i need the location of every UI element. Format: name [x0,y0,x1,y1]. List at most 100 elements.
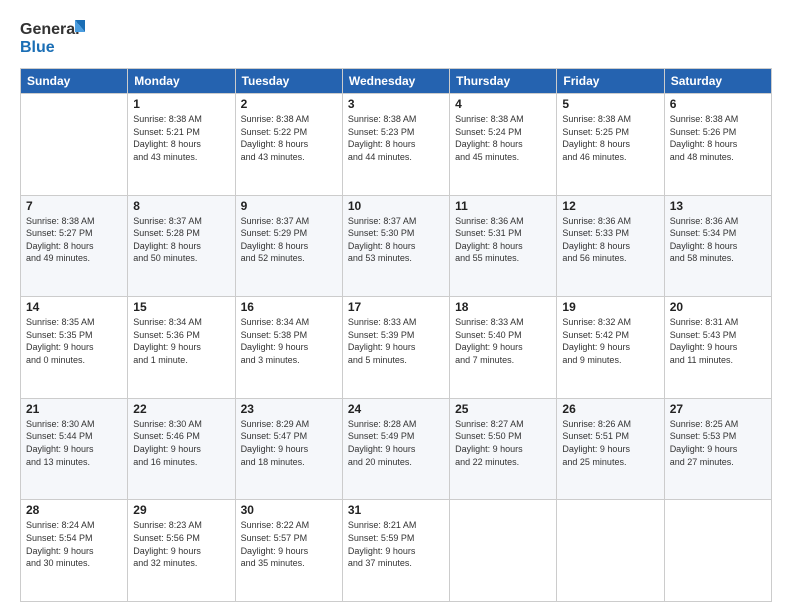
calendar-weekday-friday: Friday [557,69,664,94]
calendar-cell [557,500,664,602]
page: GeneralBlue SundayMondayTuesdayWednesday… [0,0,792,612]
calendar-weekday-monday: Monday [128,69,235,94]
day-info: Sunrise: 8:34 AM Sunset: 5:36 PM Dayligh… [133,316,229,366]
day-number: 18 [455,300,551,314]
day-number: 13 [670,199,766,213]
day-info: Sunrise: 8:29 AM Sunset: 5:47 PM Dayligh… [241,418,337,468]
day-number: 14 [26,300,122,314]
day-info: Sunrise: 8:38 AM Sunset: 5:27 PM Dayligh… [26,215,122,265]
calendar-cell: 7Sunrise: 8:38 AM Sunset: 5:27 PM Daylig… [21,195,128,297]
day-info: Sunrise: 8:33 AM Sunset: 5:40 PM Dayligh… [455,316,551,366]
day-number: 11 [455,199,551,213]
day-number: 23 [241,402,337,416]
calendar-week-row: 14 Sunrise: 8:35 AM Sunset: 5:35 PM Dayli… [21,297,772,399]
day-info: Sunrise: 8:37 AM Sunset: 5:28 PM Dayligh… [133,215,229,265]
calendar-cell [664,500,771,602]
calendar-cell [21,94,128,196]
day-number: 4 [455,97,551,111]
calendar-cell: 1 Sunrise: 8:38 AM Sunset: 5:21 PM Daylig… [128,94,235,196]
day-info: Sunrise: 8:25 AM Sunset: 5:53 PM Dayligh… [670,418,766,468]
day-number: 21 [26,402,122,416]
calendar-cell: 13 Sunrise: 8:36 AM Sunset: 5:34 PM Dayli… [664,195,771,297]
day-info: Sunrise: 8:36 AM Sunset: 5:34 PM Dayligh… [670,215,766,265]
calendar-cell: 15 Sunrise: 8:34 AM Sunset: 5:36 PM Dayli… [128,297,235,399]
day-info: Sunrise: 8:38 AM Sunset: 5:22 PM Dayligh… [241,113,337,163]
day-number: 22 [133,402,229,416]
day-number: 26 [562,402,658,416]
calendar-cell: 17 Sunrise: 8:33 AM Sunset: 5:39 PM Dayli… [342,297,449,399]
calendar-cell: 6 Sunrise: 8:38 AM Sunset: 5:26 PM Daylig… [664,94,771,196]
day-info: Sunrise: 8:38 AM Sunset: 5:25 PM Dayligh… [562,113,658,163]
day-info: Sunrise: 8:22 AM Sunset: 5:57 PM Dayligh… [241,519,337,569]
day-info: Sunrise: 8:26 AM Sunset: 5:51 PM Dayligh… [562,418,658,468]
day-info: Sunrise: 8:34 AM Sunset: 5:38 PM Dayligh… [241,316,337,366]
day-number: 1 [133,97,229,111]
day-info: Sunrise: 8:21 AM Sunset: 5:59 PM Dayligh… [348,519,444,569]
day-number: 19 [562,300,658,314]
calendar-cell: 21 Sunrise: 8:30 AM Sunset: 5:44 PM Dayli… [21,398,128,500]
day-info: Sunrise: 8:24 AM Sunset: 5:54 PM Dayligh… [26,519,122,569]
day-number: 30 [241,503,337,517]
calendar-cell: 5 Sunrise: 8:38 AM Sunset: 5:25 PM Daylig… [557,94,664,196]
calendar-cell: 11 Sunrise: 8:36 AM Sunset: 5:31 PM Dayli… [450,195,557,297]
day-info: Sunrise: 8:30 AM Sunset: 5:44 PM Dayligh… [26,418,122,468]
calendar-cell: 30 Sunrise: 8:22 AM Sunset: 5:57 PM Dayli… [235,500,342,602]
calendar-cell: 24 Sunrise: 8:28 AM Sunset: 5:49 PM Dayli… [342,398,449,500]
day-number: 9 [241,199,337,213]
calendar-weekday-saturday: Saturday [664,69,771,94]
day-info: Sunrise: 8:37 AM Sunset: 5:29 PM Dayligh… [241,215,337,265]
day-number: 24 [348,402,444,416]
calendar-cell: 26 Sunrise: 8:26 AM Sunset: 5:51 PM Dayli… [557,398,664,500]
day-number: 10 [348,199,444,213]
day-number: 31 [348,503,444,517]
calendar-cell: 23 Sunrise: 8:29 AM Sunset: 5:47 PM Dayli… [235,398,342,500]
calendar-cell: 27 Sunrise: 8:25 AM Sunset: 5:53 PM Dayli… [664,398,771,500]
calendar-week-row: 1 Sunrise: 8:38 AM Sunset: 5:21 PM Daylig… [21,94,772,196]
day-info: Sunrise: 8:33 AM Sunset: 5:39 PM Dayligh… [348,316,444,366]
calendar-weekday-thursday: Thursday [450,69,557,94]
calendar-week-row: 7Sunrise: 8:38 AM Sunset: 5:27 PM Daylig… [21,195,772,297]
calendar-cell: 25Sunrise: 8:27 AM Sunset: 5:50 PM Dayli… [450,398,557,500]
day-number: 15 [133,300,229,314]
day-info: Sunrise: 8:35 AM Sunset: 5:35 PM Dayligh… [26,316,122,366]
calendar-cell: 18 Sunrise: 8:33 AM Sunset: 5:40 PM Dayli… [450,297,557,399]
calendar-cell: 28Sunrise: 8:24 AM Sunset: 5:54 PM Dayli… [21,500,128,602]
day-number: 25 [455,402,551,416]
calendar-cell: 31 Sunrise: 8:21 AM Sunset: 5:59 PM Dayli… [342,500,449,602]
day-info: Sunrise: 8:30 AM Sunset: 5:46 PM Dayligh… [133,418,229,468]
calendar-cell: 4 Sunrise: 8:38 AM Sunset: 5:24 PM Daylig… [450,94,557,196]
calendar-cell: 2 Sunrise: 8:38 AM Sunset: 5:22 PM Daylig… [235,94,342,196]
day-number: 29 [133,503,229,517]
calendar-weekday-sunday: Sunday [21,69,128,94]
day-number: 16 [241,300,337,314]
calendar-cell: 9 Sunrise: 8:37 AM Sunset: 5:29 PM Daylig… [235,195,342,297]
day-number: 6 [670,97,766,111]
calendar-cell: 20Sunrise: 8:31 AM Sunset: 5:43 PM Dayli… [664,297,771,399]
day-info: Sunrise: 8:28 AM Sunset: 5:49 PM Dayligh… [348,418,444,468]
header: GeneralBlue [20,16,772,58]
day-info: Sunrise: 8:38 AM Sunset: 5:21 PM Dayligh… [133,113,229,163]
svg-text:General: General [20,21,80,38]
day-info: Sunrise: 8:38 AM Sunset: 5:23 PM Dayligh… [348,113,444,163]
calendar-cell: 8Sunrise: 8:37 AM Sunset: 5:28 PM Daylig… [128,195,235,297]
calendar-weekday-wednesday: Wednesday [342,69,449,94]
calendar-cell [450,500,557,602]
day-number: 2 [241,97,337,111]
logo-svg: GeneralBlue [20,16,90,58]
calendar-table: SundayMondayTuesdayWednesdayThursdayFrid… [20,68,772,602]
day-number: 17 [348,300,444,314]
day-info: Sunrise: 8:38 AM Sunset: 5:24 PM Dayligh… [455,113,551,163]
calendar-weekday-tuesday: Tuesday [235,69,342,94]
calendar-cell: 16 Sunrise: 8:34 AM Sunset: 5:38 PM Dayli… [235,297,342,399]
day-number: 3 [348,97,444,111]
day-info: Sunrise: 8:36 AM Sunset: 5:31 PM Dayligh… [455,215,551,265]
day-number: 12 [562,199,658,213]
calendar-cell: 12Sunrise: 8:36 AM Sunset: 5:33 PM Dayli… [557,195,664,297]
day-number: 27 [670,402,766,416]
calendar-cell: 3 Sunrise: 8:38 AM Sunset: 5:23 PM Daylig… [342,94,449,196]
calendar-week-row: 28Sunrise: 8:24 AM Sunset: 5:54 PM Dayli… [21,500,772,602]
calendar-week-row: 21 Sunrise: 8:30 AM Sunset: 5:44 PM Dayli… [21,398,772,500]
day-info: Sunrise: 8:38 AM Sunset: 5:26 PM Dayligh… [670,113,766,163]
day-info: Sunrise: 8:37 AM Sunset: 5:30 PM Dayligh… [348,215,444,265]
day-number: 5 [562,97,658,111]
